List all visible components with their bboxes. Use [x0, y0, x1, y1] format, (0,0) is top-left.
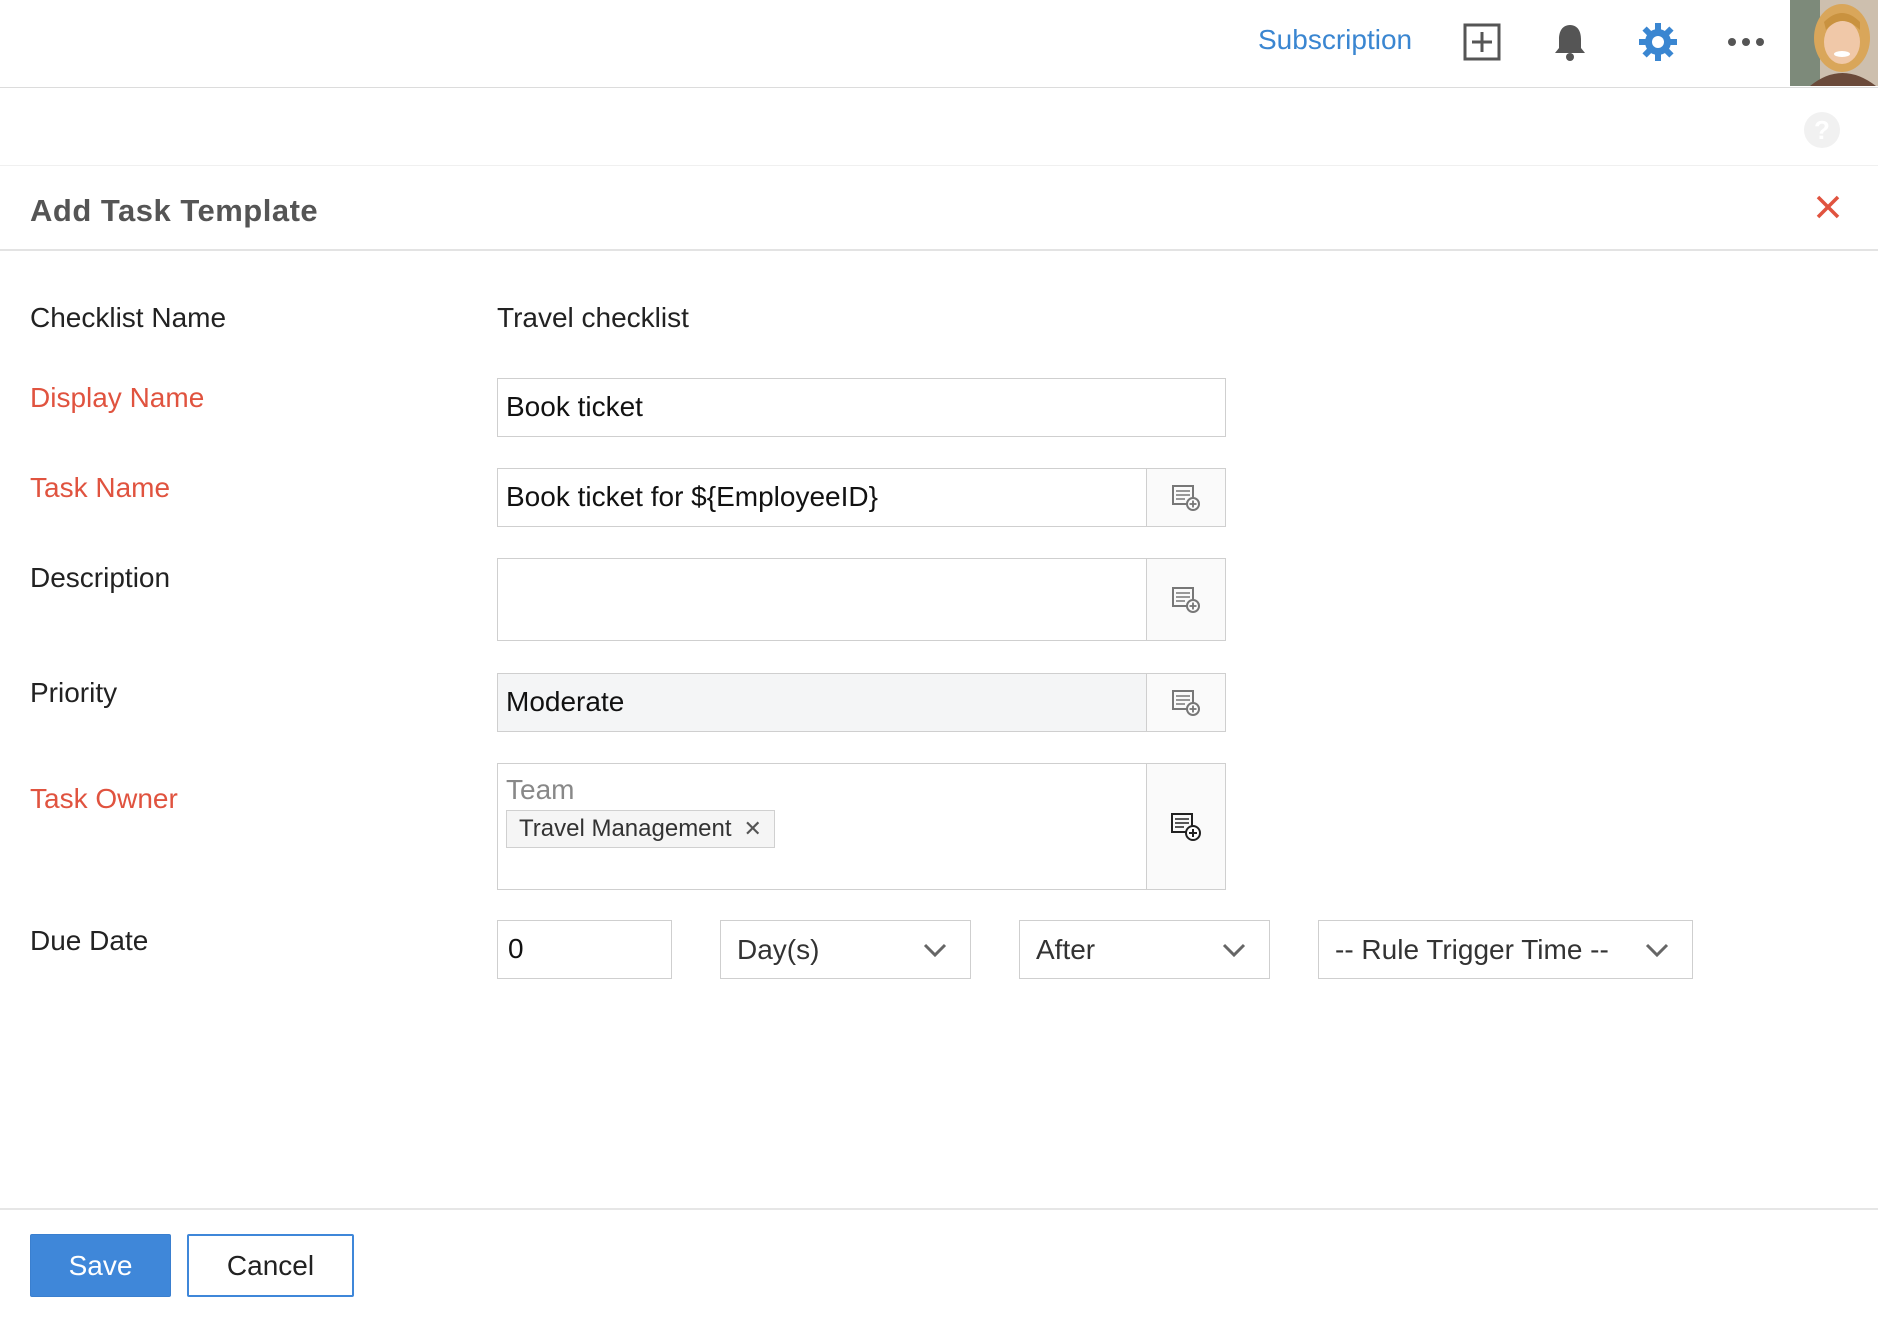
checklist-name-label: Checklist Name	[30, 302, 227, 333]
due-date-amount-input[interactable]: 0	[497, 920, 672, 979]
due-date-direction-select[interactable]: After	[1019, 920, 1270, 979]
due-date-unit-select[interactable]: Day(s)	[720, 920, 971, 979]
close-icon[interactable]	[1810, 189, 1846, 225]
add-icon[interactable]	[1458, 18, 1506, 66]
top-bar: Subscription	[0, 0, 1878, 88]
task-owner-picker-button[interactable]	[1146, 764, 1225, 889]
display-name-value: Book ticket	[506, 391, 643, 422]
insert-field-icon	[1172, 484, 1200, 511]
description-field[interactable]	[497, 558, 1226, 641]
display-name-label: Display Name	[30, 382, 205, 413]
task-owner-field[interactable]: Team Travel Management ✕	[497, 763, 1226, 890]
priority-field[interactable]: Moderate	[497, 673, 1226, 732]
gear-icon[interactable]	[1634, 18, 1682, 66]
task-name-merge-field-button[interactable]	[1146, 469, 1225, 526]
subscription-link[interactable]: Subscription	[1258, 24, 1412, 56]
bell-icon[interactable]	[1546, 18, 1594, 66]
description-merge-field-button[interactable]	[1146, 559, 1225, 640]
priority-value: Moderate	[506, 686, 625, 717]
owner-chip-label: Travel Management	[519, 815, 732, 842]
chevron-down-icon	[923, 943, 947, 958]
cancel-button[interactable]: Cancel	[187, 1234, 354, 1297]
description-label: Description	[30, 562, 171, 593]
checklist-name-value: Travel checklist	[497, 302, 689, 333]
owner-chip: Travel Management ✕	[506, 810, 775, 848]
due-date-trigger-value: -- Rule Trigger Time --	[1335, 934, 1609, 965]
priority-label: Priority	[30, 677, 118, 708]
chevron-down-icon	[1222, 943, 1246, 958]
task-name-field[interactable]: Book ticket for ${EmployeeID}	[497, 468, 1226, 527]
due-date-direction-value: After	[1036, 934, 1096, 965]
help-bar	[0, 88, 1878, 166]
due-date-trigger-select[interactable]: -- Rule Trigger Time --	[1318, 920, 1693, 979]
save-button[interactable]: Save	[30, 1234, 171, 1297]
due-date-unit-value: Day(s)	[737, 934, 820, 965]
due-date-label: Due Date	[30, 925, 149, 956]
remove-chip-icon[interactable]: ✕	[744, 816, 762, 842]
dialog-title: Add Task Template	[30, 193, 319, 228]
avatar[interactable]	[1790, 0, 1878, 86]
insert-field-icon	[1172, 689, 1200, 716]
display-name-field[interactable]: Book ticket	[497, 378, 1226, 437]
insert-field-icon	[1171, 812, 1201, 841]
chevron-down-icon	[1645, 943, 1669, 958]
dialog-header: Add Task Template	[0, 167, 1878, 251]
task-owner-placeholder: Team	[506, 774, 575, 805]
insert-field-icon	[1172, 586, 1200, 613]
more-icon[interactable]	[1722, 18, 1770, 66]
priority-merge-field-button[interactable]	[1146, 674, 1225, 731]
task-name-value: Book ticket for ${EmployeeID}	[506, 481, 878, 512]
footer-divider	[0, 1208, 1878, 1210]
task-name-label: Task Name	[30, 472, 171, 503]
help-icon[interactable]: ?	[1804, 112, 1840, 148]
due-date-amount-value: 0	[508, 933, 524, 964]
task-owner-label: Task Owner	[30, 783, 178, 814]
